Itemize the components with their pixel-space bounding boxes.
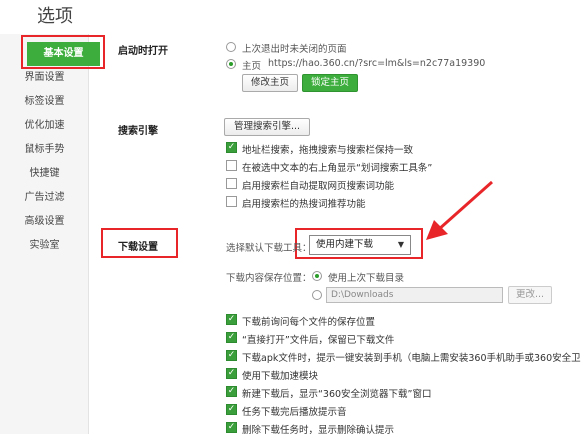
dropdown-arrow-icon: ▼ bbox=[397, 240, 404, 249]
label-last-session: 上次退出时未关闭的页面 bbox=[242, 44, 347, 55]
label-save-location: 下载内容保存位置： bbox=[226, 273, 312, 284]
checkbox-download-accel[interactable]: ✓ bbox=[226, 368, 237, 379]
checkbox-delete-confirm[interactable]: ✓ bbox=[226, 422, 237, 433]
label-extract-keywords: 启用搜索栏自动提取网页搜索词功能 bbox=[242, 181, 395, 192]
red-arrow-icon bbox=[426, 180, 493, 240]
sidebar-item-lab[interactable]: 实验室 bbox=[0, 234, 89, 258]
label-ask-location: 下载前询问每个文件的保存位置 bbox=[242, 317, 376, 328]
label-last-download-dir: 使用上次下载目录 bbox=[328, 273, 405, 284]
window-header: 选项 bbox=[0, 0, 581, 34]
window-title: 选项 bbox=[37, 6, 73, 27]
checkbox-keep-opened[interactable]: ✓ bbox=[226, 332, 237, 343]
label-homepage: 主页 bbox=[242, 61, 262, 72]
checkbox-search-sync[interactable]: ✓ bbox=[226, 142, 237, 153]
sidebar-item-advanced[interactable]: 高级设置 bbox=[0, 210, 89, 234]
change-path-button[interactable]: 更改... bbox=[508, 286, 552, 304]
checkbox-apk-install[interactable]: ✓ bbox=[226, 350, 237, 361]
highlight-box-basic bbox=[21, 35, 105, 69]
checkbox-extract-keywords[interactable] bbox=[226, 178, 237, 189]
label-download-tool: 选择默认下载工具： bbox=[226, 243, 312, 254]
label-hot-keywords: 启用搜索栏的热搜词推荐功能 bbox=[242, 199, 366, 210]
section-title-download: 下载设置 bbox=[118, 242, 158, 253]
sidebar-item-shortcuts[interactable]: 快捷键 bbox=[0, 162, 89, 186]
checkbox-play-sound[interactable]: ✓ bbox=[226, 404, 237, 415]
section-title-search: 搜索引擎 bbox=[118, 126, 158, 137]
radio-last-session[interactable] bbox=[226, 42, 236, 52]
modify-homepage-button[interactable]: 修改主页 bbox=[242, 74, 298, 92]
label-play-sound: 任务下载完后播放提示音 bbox=[242, 407, 347, 418]
radio-last-download-dir[interactable] bbox=[312, 271, 322, 281]
homepage-url: https://hao.360.cn/?src=lm&ls=n2c77a1939… bbox=[268, 58, 486, 69]
label-selection-search: 在被选中文本的右上角显示“划词搜索工具条” bbox=[242, 163, 433, 174]
label-search-sync: 地址栏搜索，拖拽搜索与搜索栏保持一致 bbox=[242, 145, 414, 156]
label-download-accel: 使用下载加速模块 bbox=[242, 371, 319, 382]
radio-custom-dir[interactable] bbox=[312, 290, 322, 300]
sidebar: 基本设置 界面设置 标签设置 优化加速 鼠标手势 快捷键 广告过滤 高级设置 实… bbox=[0, 34, 100, 434]
sidebar-item-interface[interactable]: 界面设置 bbox=[0, 66, 89, 90]
label-keep-opened: “直接打开”文件后，保留已下载文件 bbox=[242, 335, 395, 346]
checkbox-selection-search[interactable] bbox=[226, 160, 237, 171]
download-path-field[interactable]: D:\Downloads bbox=[326, 287, 503, 303]
checkbox-hot-keywords[interactable] bbox=[226, 196, 237, 207]
download-tool-select[interactable]: 使用内建下载 ▼ bbox=[309, 235, 411, 255]
section-title-startup: 启动时打开 bbox=[118, 46, 168, 57]
manage-search-engines-button[interactable]: 管理搜索引擎... bbox=[224, 118, 310, 136]
sidebar-item-speedup[interactable]: 优化加速 bbox=[0, 114, 89, 138]
label-apk-install: 下载apk文件时，提示一键安装到手机（电脑上需安装360手机助手或360安全卫士… bbox=[242, 353, 581, 364]
sidebar-item-tabs[interactable]: 标签设置 bbox=[0, 90, 89, 114]
sidebar-item-adblock[interactable]: 广告过滤 bbox=[0, 186, 89, 210]
sidebar-item-mouse-gesture[interactable]: 鼠标手势 bbox=[0, 138, 89, 162]
label-show-download-window: 新建下载后，显示“360安全浏览器下载”窗口 bbox=[242, 389, 432, 400]
download-tool-value: 使用内建下载 bbox=[316, 239, 374, 250]
checkbox-ask-location[interactable]: ✓ bbox=[226, 314, 237, 325]
lock-homepage-button[interactable]: 锁定主页 bbox=[302, 74, 358, 92]
checkbox-show-download-window[interactable]: ✓ bbox=[226, 386, 237, 397]
radio-homepage[interactable] bbox=[226, 59, 236, 69]
